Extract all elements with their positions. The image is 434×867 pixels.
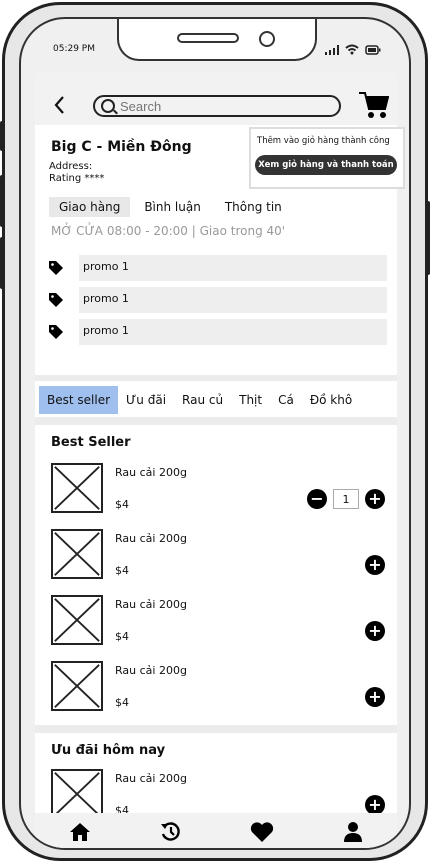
category-best-seller[interactable]: Best seller	[39, 386, 119, 414]
store-hours: MỞ CỬA 08:00 - 20:00 | Giao trong 40'	[51, 224, 286, 238]
category-dry-goods[interactable]: Đồ khô	[302, 386, 360, 414]
product-name: Rau cải 200g	[115, 532, 187, 545]
product-price: $4	[115, 630, 129, 643]
store-rating: Rating ****	[49, 173, 105, 184]
add-button[interactable]: +	[365, 687, 385, 707]
signal-icon	[325, 44, 339, 55]
back-button[interactable]	[53, 95, 65, 120]
product-price: $4	[115, 564, 129, 577]
battery-icon	[365, 44, 381, 55]
tag-icon	[49, 261, 63, 275]
wifi-icon	[345, 44, 359, 55]
product-name: Rau cải 200g	[115, 664, 187, 677]
camera	[259, 31, 275, 47]
product-name: Rau cải 200g	[115, 598, 187, 611]
home-icon[interactable]	[69, 822, 91, 842]
quantity-value[interactable]: 1	[333, 489, 359, 509]
image-placeholder-icon	[51, 769, 103, 819]
power-button	[425, 201, 430, 275]
category-meat[interactable]: Thịt	[231, 386, 270, 414]
promo-label: promo 1	[79, 319, 387, 345]
product-price: $4	[115, 498, 129, 511]
app-screen: Big C - Miền Đông Address: Rating **** G…	[35, 73, 405, 848]
category-deals[interactable]: Ưu đãi	[118, 386, 174, 414]
add-button[interactable]: +	[365, 795, 385, 815]
tab-reviews[interactable]: Bình luận	[134, 197, 211, 217]
category-bar: Best seller Ưu đãi Rau củ Thịt Cá Đồ khô	[35, 375, 397, 423]
promo-item[interactable]: promo 1	[49, 255, 387, 281]
category-vegetables[interactable]: Rau củ	[174, 386, 231, 414]
status-time: 05:29 PM	[53, 44, 95, 54]
best-seller-section: Best Seller Rau cải 200g $4 − 1 + Rau cả…	[35, 417, 397, 739]
tag-icon	[49, 293, 63, 307]
cart-button[interactable]	[359, 91, 390, 123]
plus-button[interactable]: +	[365, 489, 385, 509]
minus-button[interactable]: −	[307, 489, 327, 509]
image-placeholder-icon	[51, 661, 103, 711]
product-name: Rau cải 200g	[115, 772, 187, 785]
product-item[interactable]: Rau cải 200g $4 +	[51, 595, 391, 647]
product-item[interactable]: Rau cải 200g $4 +	[51, 661, 391, 713]
product-item[interactable]: Rau cải 200g $4 − 1 +	[51, 463, 391, 515]
product-item[interactable]: Rau cải 200g $4 +	[51, 529, 391, 581]
promo-item[interactable]: promo 1	[49, 319, 387, 345]
search-icon	[101, 99, 115, 113]
product-name: Rau cải 200g	[115, 466, 187, 479]
category-fish[interactable]: Cá	[270, 386, 302, 414]
phone-screen-area: 05:29 PM Search Big C - Miền Đông Addres…	[19, 17, 411, 850]
promo-label: promo 1	[79, 287, 387, 313]
chevron-left-icon	[54, 96, 64, 114]
tag-icon	[49, 325, 63, 339]
search-input[interactable]	[120, 98, 320, 114]
store-address: Address:	[49, 161, 93, 172]
section-title: Best Seller	[51, 435, 131, 450]
image-placeholder-icon	[51, 463, 103, 513]
phone-frame: 05:29 PM Search Big C - Miền Đông Addres…	[0, 2, 430, 861]
top-bar	[35, 73, 397, 125]
heart-icon[interactable]	[250, 821, 274, 843]
quantity-stepper: − 1 +	[307, 489, 385, 509]
category-tabs: Best seller Ưu đãi Rau củ Thịt Cá Đồ khô	[39, 385, 360, 415]
deals-today-section: Ưu đãi hôm nay Rau cải 200g $4 +	[35, 725, 397, 821]
bottom-navigation	[35, 813, 397, 848]
image-placeholder-icon	[51, 529, 103, 579]
search-bar[interactable]	[93, 95, 341, 117]
view-cart-button[interactable]: Xem giỏ hàng và thanh toán	[255, 155, 397, 175]
speaker	[177, 33, 239, 43]
image-placeholder-icon	[51, 595, 103, 645]
add-button[interactable]: +	[365, 555, 385, 575]
product-price: $4	[115, 696, 129, 709]
user-icon[interactable]	[343, 821, 363, 843]
toast-message: Thêm vào giỏ hàng thành công	[257, 136, 390, 146]
promo-item[interactable]: promo 1	[49, 287, 387, 313]
volume-button	[0, 175, 5, 227]
status-icons	[325, 44, 381, 55]
notch	[117, 19, 317, 61]
history-icon[interactable]	[160, 821, 182, 843]
store-tabs: Giao hàng Bình luận Thông tin	[49, 197, 296, 217]
promo-label: promo 1	[79, 255, 387, 281]
cart-icon	[359, 92, 390, 118]
volume-button	[0, 121, 5, 151]
store-name: Big C - Miền Đông	[51, 139, 192, 155]
tab-delivery[interactable]: Giao hàng	[49, 197, 131, 217]
add-to-cart-toast: Thêm vào giỏ hàng thành công Xem giỏ hàn…	[249, 127, 405, 189]
add-button[interactable]: +	[365, 621, 385, 641]
volume-button	[0, 237, 5, 289]
section-title: Ưu đãi hôm nay	[51, 743, 166, 758]
tab-info[interactable]: Thông tin	[215, 197, 292, 217]
